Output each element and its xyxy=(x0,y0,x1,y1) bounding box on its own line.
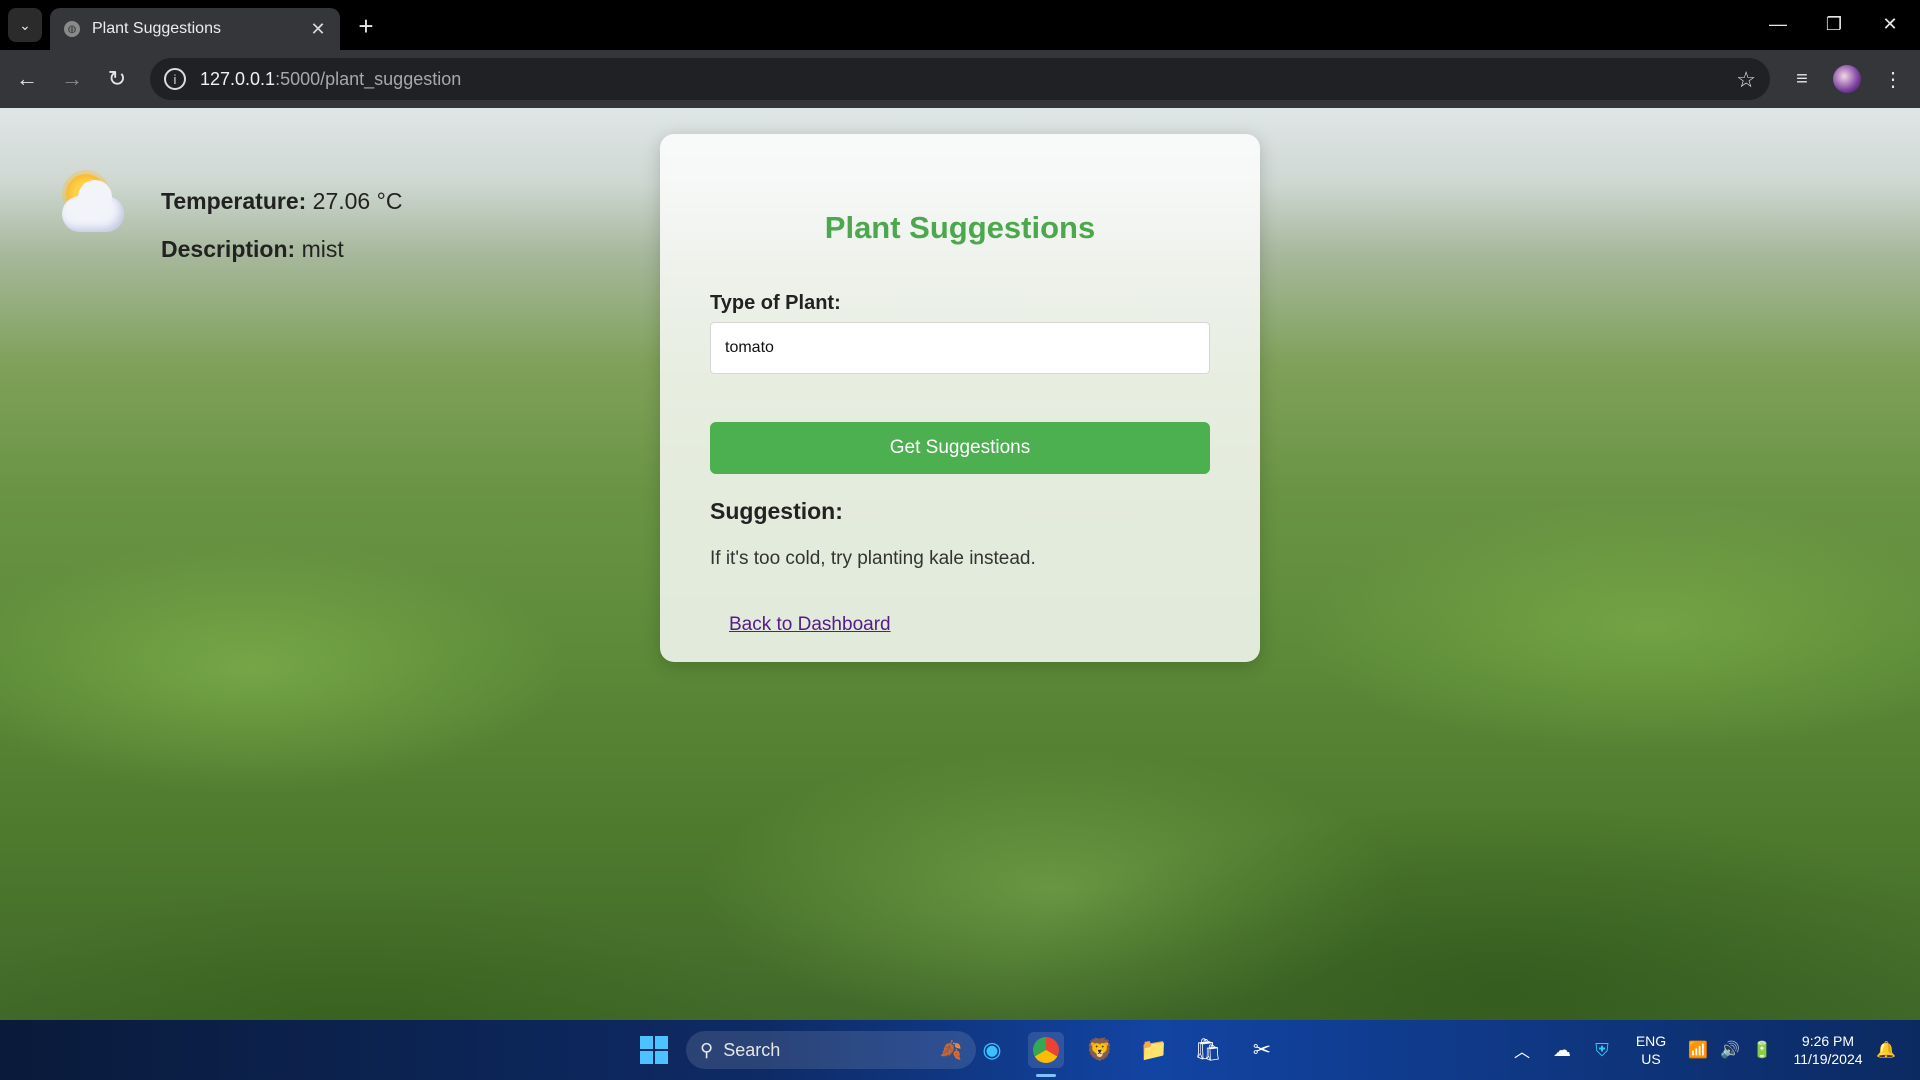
microsoft-store-icon[interactable]: 🛍 xyxy=(1190,1032,1226,1068)
tab-search-chevron-icon[interactable]: ⌄ xyxy=(8,8,42,42)
new-tab-button[interactable]: + xyxy=(352,11,380,41)
url-host: 127.0.0.1 xyxy=(200,68,276,89)
plant-suggestion-card: Plant Suggestions Type of Plant: tomato … xyxy=(660,134,1260,662)
snipping-tool-icon[interactable]: ✂ xyxy=(1244,1032,1280,1068)
clock-date: 11/19/2024 xyxy=(1793,1051,1863,1067)
profile-avatar[interactable] xyxy=(1830,62,1864,96)
minimize-button[interactable]: — xyxy=(1750,0,1806,48)
browser-tabbar: ⌄ ◍ Plant Suggestions ✕ + — ❐ ✕ xyxy=(0,0,1920,50)
url-path: :5000/plant_suggestion xyxy=(275,68,462,89)
tab-title: Plant Suggestions xyxy=(92,20,221,37)
clock-time: 9:26 PM xyxy=(1801,1033,1855,1049)
battery-icon[interactable]: 🔋 xyxy=(1744,1032,1780,1068)
close-window-button[interactable]: ✕ xyxy=(1862,0,1918,48)
description-line: Description: mist xyxy=(161,236,344,263)
globe-icon: ◍ xyxy=(64,21,80,37)
chrome-browser-icon[interactable] xyxy=(1028,1032,1064,1068)
temperature-value: 27.06 °C xyxy=(312,188,403,214)
plant-type-input[interactable]: tomato xyxy=(710,322,1210,374)
onedrive-cloud-icon[interactable]: ☁ xyxy=(1544,1032,1580,1068)
back-to-dashboard-link[interactable]: Back to Dashboard xyxy=(729,614,891,636)
back-arrow-icon[interactable]: ← xyxy=(10,62,44,96)
notification-bell-icon[interactable]: 🔔 xyxy=(1868,1032,1904,1068)
weather-widget: Temperature: 27.06 °C Description: mist xyxy=(58,158,458,268)
reload-icon[interactable]: ↻ xyxy=(100,62,134,96)
menu-kebab-icon[interactable]: ⋮ xyxy=(1876,62,1910,96)
wifi-icon[interactable]: 📶 xyxy=(1680,1032,1716,1068)
get-suggestions-button[interactable]: Get Suggestions xyxy=(710,422,1210,474)
taskbar-search-label: Search xyxy=(723,1039,781,1060)
windows-taskbar: ⚲ Search 🍂 ◉ 🦁 📁 🛍 ✂ ︿ ☁ ⛨ ENG US 📶 🔊 🔋 … xyxy=(0,1020,1920,1080)
language-code: ENG xyxy=(1635,1033,1667,1049)
restore-button[interactable]: ❐ xyxy=(1806,0,1862,48)
suggestion-heading: Suggestion: xyxy=(710,498,843,524)
security-shield-icon[interactable]: ⛨ xyxy=(1584,1032,1620,1068)
show-hidden-icons-chevron-icon[interactable]: ︿ xyxy=(1504,1032,1540,1068)
region-code: US xyxy=(1641,1051,1661,1067)
clock[interactable]: 9:26 PM 11/19/2024 xyxy=(1782,1032,1874,1068)
partly-cloudy-icon xyxy=(58,168,128,238)
page-viewport: Temperature: 27.06 °C Description: mist … xyxy=(0,108,1920,1020)
forward-arrow-icon[interactable]: → xyxy=(55,62,89,96)
site-info-icon[interactable]: i xyxy=(164,68,186,90)
address-bar[interactable]: i 127.0.0.1:5000/plant_suggestion ☆ xyxy=(150,58,1770,100)
bookmark-star-icon[interactable]: ☆ xyxy=(1736,67,1756,93)
file-explorer-icon[interactable]: 📁 xyxy=(1136,1032,1172,1068)
suggestion-text: If it's too cold, try planting kale inst… xyxy=(710,548,1036,569)
media-queue-icon[interactable]: ≡ xyxy=(1785,62,1819,96)
tab-plant-suggestions[interactable]: ◍ Plant Suggestions ✕ xyxy=(50,8,340,50)
search-highlight-icon: 🍂 xyxy=(939,1039,962,1060)
browser-toolbar: ← → ↻ i 127.0.0.1:5000/plant_suggestion … xyxy=(0,50,1920,108)
taskbar-search[interactable]: ⚲ Search 🍂 xyxy=(686,1031,976,1069)
search-icon: ⚲ xyxy=(700,1039,714,1060)
description-label: Description: xyxy=(161,236,296,262)
description-value: mist xyxy=(301,236,344,262)
plant-type-label: Type of Plant: xyxy=(710,292,841,314)
close-tab-icon[interactable]: ✕ xyxy=(306,17,330,41)
windows-start-icon[interactable] xyxy=(636,1032,672,1068)
brave-browser-icon[interactable]: 🦁 xyxy=(1082,1032,1118,1068)
active-app-indicator xyxy=(1036,1074,1056,1077)
language-indicator[interactable]: ENG US xyxy=(1630,1032,1672,1068)
edge-browser-icon[interactable]: ◉ xyxy=(974,1032,1010,1068)
page-title: Plant Suggestions xyxy=(824,210,1096,245)
volume-icon[interactable]: 🔊 xyxy=(1712,1032,1748,1068)
temperature-label: Temperature: xyxy=(161,188,307,214)
temperature-line: Temperature: 27.06 °C xyxy=(161,188,402,215)
